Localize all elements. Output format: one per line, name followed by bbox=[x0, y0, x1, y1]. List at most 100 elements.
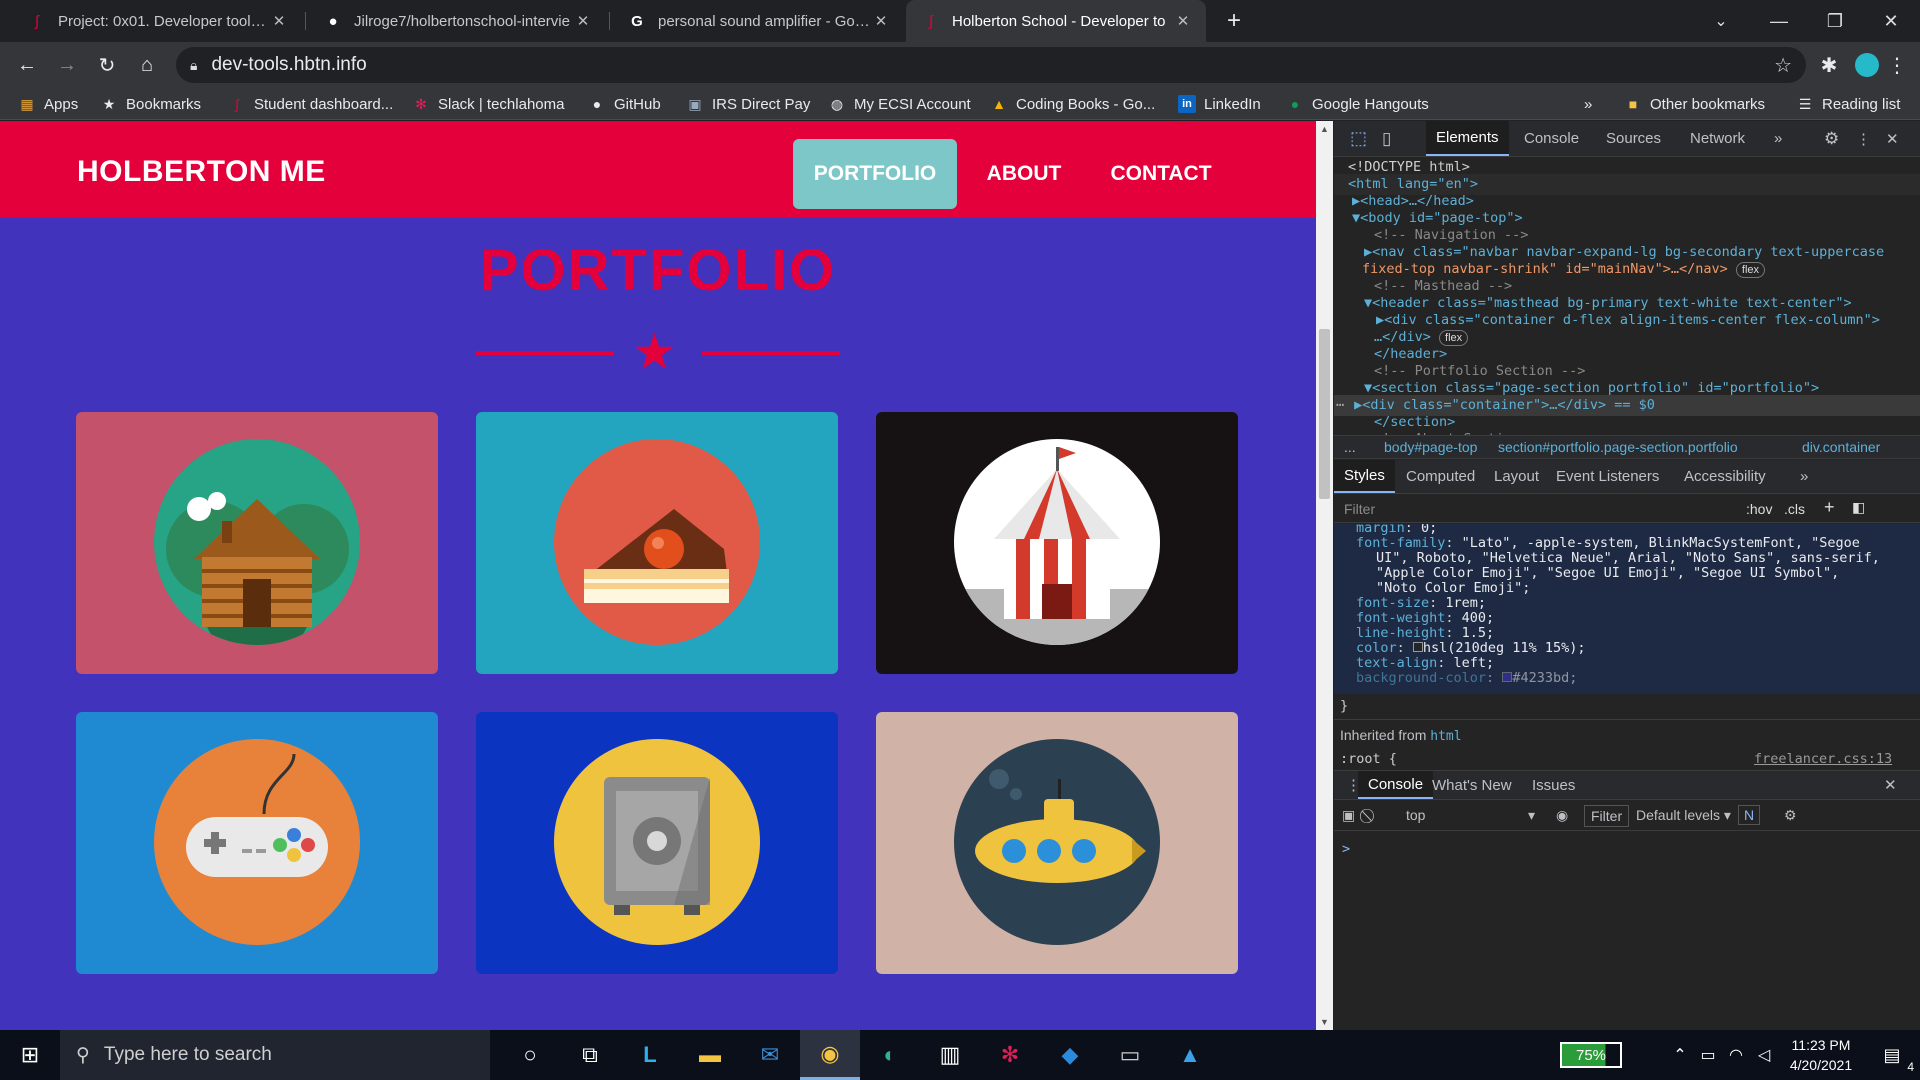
tab-search-icon[interactable]: ⌄ bbox=[1692, 0, 1750, 42]
bookmark-linkedin[interactable]: in LinkedIn bbox=[1178, 88, 1261, 120]
tab-layout[interactable]: Layout bbox=[1484, 460, 1549, 493]
tab-computed[interactable]: Computed bbox=[1396, 460, 1485, 493]
cortana-icon[interactable]: ○ bbox=[500, 1030, 560, 1080]
tab-github-repo[interactable]: ● Jilroge7/holbertonschool-intervie ✕ bbox=[308, 0, 606, 42]
color-swatch[interactable] bbox=[1502, 672, 1513, 682]
close-icon[interactable]: ✕ bbox=[1172, 12, 1194, 30]
clock[interactable]: 11:23 PM 4/20/2021 bbox=[1782, 1035, 1860, 1075]
context-selector[interactable]: top bbox=[1406, 807, 1425, 823]
new-tab-button[interactable]: + bbox=[1217, 4, 1251, 38]
more-tabs-chevron[interactable]: » bbox=[1764, 121, 1792, 156]
more-bookmarks-chevron[interactable]: » bbox=[1584, 88, 1592, 120]
reading-list[interactable]: ☰ Reading list bbox=[1796, 88, 1901, 120]
windows-start-icon[interactable]: ⊞ bbox=[0, 1030, 60, 1080]
root-selector[interactable]: :root { bbox=[1340, 751, 1397, 767]
slack-icon[interactable]: ✻ bbox=[980, 1030, 1040, 1080]
address-bar[interactable]: 🔒︎ dev-tools.hbtn.info ☆ bbox=[176, 47, 1806, 83]
breadcrumb-body[interactable]: body#page-top bbox=[1374, 436, 1487, 458]
log-levels-dropdown[interactable]: Default levels ▾ bbox=[1636, 807, 1731, 824]
sidebar-toggle-icon[interactable]: ▣ bbox=[1342, 807, 1355, 824]
mail-icon[interactable]: ✉ bbox=[740, 1030, 800, 1080]
bookmark-github[interactable]: ● GitHub bbox=[588, 88, 661, 120]
new-style-rule-icon[interactable]: + bbox=[1824, 497, 1835, 518]
nav-link-contact[interactable]: CONTACT bbox=[1100, 139, 1222, 209]
tab-google-search[interactable]: G personal sound amplifier - Googl ✕ bbox=[612, 0, 904, 42]
tab-holberton-dev-tools[interactable]: ʃ Holberton School - Developer to ✕ bbox=[906, 0, 1206, 42]
styles-filter-input[interactable]: Filter bbox=[1344, 501, 1375, 517]
portfolio-item-cabin[interactable] bbox=[76, 412, 438, 674]
more-tabs-chevron[interactable]: » bbox=[1790, 460, 1818, 493]
photos-icon[interactable]: ▲ bbox=[1160, 1030, 1220, 1080]
tab-project-dev-tools[interactable]: ʃ Project: 0x01. Developer tools | H ✕ bbox=[12, 0, 302, 42]
inherited-tag[interactable]: html bbox=[1430, 729, 1461, 744]
bookmark-hangouts[interactable]: ● Google Hangouts bbox=[1286, 88, 1429, 120]
scrollbar-thumb[interactable] bbox=[1319, 329, 1330, 499]
bookmark-bookmarks[interactable]: ★ Bookmarks bbox=[100, 88, 201, 120]
bookmark-irs[interactable]: ▣ IRS Direct Pay bbox=[686, 88, 810, 120]
other-bookmarks-folder[interactable]: ■ Other bookmarks bbox=[1624, 88, 1765, 120]
color-swatch[interactable] bbox=[1412, 642, 1423, 652]
extensions-puzzle-icon[interactable]: ✱ bbox=[1812, 48, 1846, 82]
app-l-icon[interactable]: L bbox=[620, 1030, 680, 1080]
context-dropdown-icon[interactable]: ▾ bbox=[1528, 807, 1535, 824]
breadcrumb-more[interactable]: ... bbox=[1334, 436, 1366, 458]
toggle-sidebar-icon[interactable]: ◧ bbox=[1852, 499, 1865, 516]
close-devtools-icon[interactable]: ✕ bbox=[1876, 121, 1909, 156]
nav-link-about[interactable]: ABOUT bbox=[972, 139, 1076, 209]
tab-event-listeners[interactable]: Event Listeners bbox=[1546, 460, 1669, 493]
minimize-button[interactable]: — bbox=[1750, 0, 1808, 42]
bookmark-student-dashboard[interactable]: ʃ Student dashboard... bbox=[228, 88, 393, 120]
close-icon[interactable]: ✕ bbox=[268, 12, 290, 30]
hov-toggle[interactable]: :hov bbox=[1746, 501, 1772, 517]
tab-network[interactable]: Network bbox=[1680, 121, 1755, 156]
close-icon[interactable]: ✕ bbox=[870, 12, 892, 30]
close-window-button[interactable]: ✕ bbox=[1862, 0, 1920, 42]
issues-badge[interactable]: N bbox=[1738, 805, 1761, 825]
profile-avatar[interactable] bbox=[1850, 48, 1884, 82]
back-arrow-icon[interactable]: ← bbox=[10, 48, 44, 82]
tab-accessibility[interactable]: Accessibility bbox=[1674, 460, 1776, 493]
tab-elements[interactable]: Elements bbox=[1426, 121, 1509, 156]
settings-gear-icon[interactable]: ⚙ bbox=[1814, 121, 1849, 156]
breadcrumb-div[interactable]: div.container bbox=[1792, 436, 1890, 458]
cls-toggle[interactable]: .cls bbox=[1784, 501, 1805, 517]
close-icon[interactable]: ✕ bbox=[572, 12, 594, 30]
notifications-icon[interactable]: ▤ 4 bbox=[1862, 1030, 1920, 1080]
lock-icon[interactable]: 🔒︎ bbox=[190, 57, 197, 74]
close-drawer-icon[interactable]: ✕ bbox=[1874, 771, 1907, 799]
bookmark-star-icon[interactable]: ☆ bbox=[1774, 53, 1792, 78]
terminal-icon[interactable]: ▭ bbox=[1100, 1030, 1160, 1080]
scroll-up-arrow-icon[interactable]: ▲ bbox=[1320, 124, 1329, 134]
chrome-icon[interactable]: ◉ bbox=[800, 1030, 860, 1080]
stylesheet-source-link[interactable]: freelancer.css:13 bbox=[1754, 751, 1892, 767]
tab-sources[interactable]: Sources bbox=[1596, 121, 1671, 156]
battery-indicator[interactable]: 75% bbox=[1560, 1042, 1622, 1068]
bookmark-ecsi[interactable]: ◍ My ECSI Account bbox=[828, 88, 971, 120]
portfolio-item-safe[interactable] bbox=[476, 712, 838, 974]
reload-icon[interactable]: ↻ bbox=[90, 48, 124, 82]
nav-link-portfolio[interactable]: PORTFOLIO bbox=[793, 139, 957, 209]
portfolio-item-circus[interactable] bbox=[876, 412, 1238, 674]
device-toolbar-icon[interactable]: ▯ bbox=[1372, 121, 1401, 156]
edge-icon[interactable]: ◐ bbox=[860, 1030, 920, 1080]
console-filter-input[interactable]: Filter bbox=[1584, 805, 1630, 827]
style-decl-background-color[interactable]: background-color: #4233bd; bbox=[1334, 668, 1920, 689]
home-icon[interactable]: ⌂ bbox=[130, 48, 164, 82]
bookmark-coding-books[interactable]: ▲ Coding Books - Go... bbox=[990, 88, 1155, 120]
drawer-tab-issues[interactable]: Issues bbox=[1522, 771, 1585, 799]
portfolio-item-submarine[interactable] bbox=[876, 712, 1238, 974]
breadcrumb-section[interactable]: section#portfolio.page-section.portfolio bbox=[1488, 436, 1748, 458]
more-options-icon[interactable]: ⋯ bbox=[1334, 397, 1344, 413]
maximize-button[interactable]: ❐ bbox=[1806, 0, 1864, 42]
bookmark-apps[interactable]: ▦ Apps bbox=[18, 88, 78, 120]
vscode-icon[interactable]: ◆ bbox=[1040, 1030, 1100, 1080]
console-settings-gear-icon[interactable]: ⚙ bbox=[1784, 807, 1797, 824]
page-scrollbar[interactable]: ▲ ▼ bbox=[1316, 121, 1333, 1030]
taskbar-search-box[interactable]: ⚲ Type here to search bbox=[60, 1030, 490, 1080]
task-view-icon[interactable]: ⧉ bbox=[560, 1030, 620, 1080]
browser-menu-icon[interactable]: ⋮ bbox=[1880, 48, 1914, 82]
console-prompt[interactable]: > bbox=[1342, 841, 1350, 857]
store-icon[interactable]: ▥ bbox=[920, 1030, 980, 1080]
tab-styles[interactable]: Styles bbox=[1334, 460, 1395, 493]
live-expression-eye-icon[interactable]: ◉ bbox=[1556, 807, 1568, 824]
